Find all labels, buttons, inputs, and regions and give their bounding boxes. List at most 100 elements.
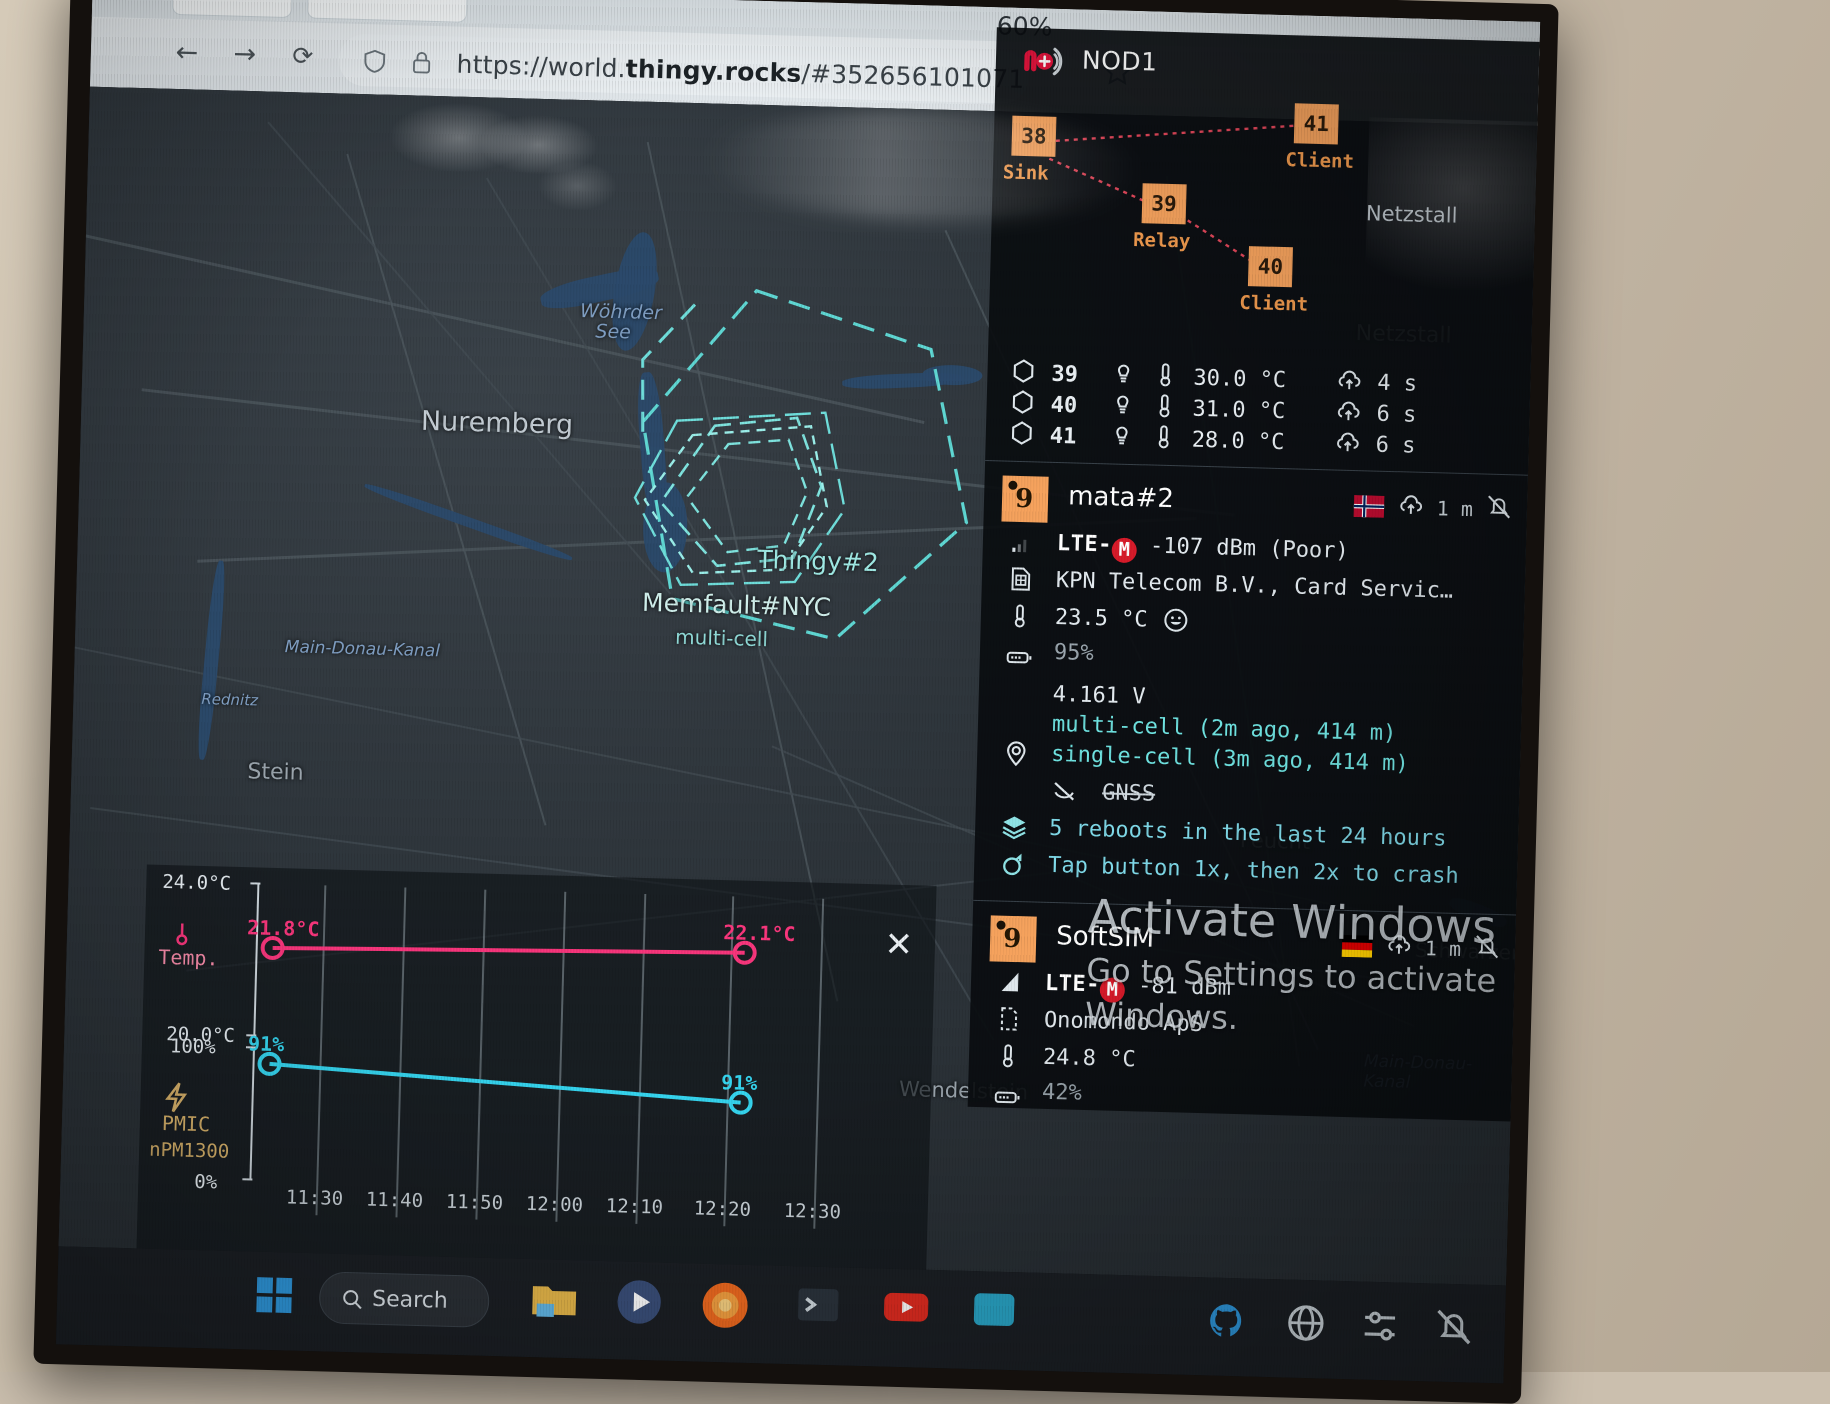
terminal-icon[interactable]	[792, 1280, 843, 1333]
smiley-happy-icon	[1161, 606, 1190, 635]
search-input[interactable]: Search	[319, 1271, 490, 1328]
softsim-icon	[987, 1004, 1030, 1042]
cloud-upload-icon	[1335, 365, 1364, 394]
hexagon-icon	[1009, 356, 1038, 391]
layers-icon	[993, 812, 1036, 850]
chart-x-tick: 12:30	[783, 1200, 841, 1224]
cloud-upload-icon	[1334, 396, 1363, 431]
forward-button[interactable]: →	[224, 34, 265, 75]
app-icon[interactable]	[968, 1285, 1019, 1338]
network-badge: M	[1111, 537, 1137, 563]
chart-y-tick: 0%	[194, 1171, 217, 1194]
battery-icon	[997, 642, 1040, 679]
device-age: 1 m	[1437, 496, 1474, 521]
lightbulb-icon	[1109, 359, 1138, 388]
signal-bars-high-icon	[996, 968, 1025, 997]
device-status: 1 m	[1352, 489, 1513, 526]
back-button[interactable]: ←	[166, 33, 207, 74]
cloud-upload-icon	[1335, 365, 1364, 400]
device-age: 1 m	[1425, 936, 1462, 961]
device-panel[interactable]: NOD1 38Sink41Client39Relay40Client Netzs…	[968, 27, 1540, 1121]
thingy91-device-icon[interactable]: 9	[1001, 476, 1048, 523]
lightbulb-icon	[1108, 390, 1137, 419]
node-id: 41	[1049, 424, 1094, 450]
thermometer-icon	[1150, 391, 1179, 426]
address-bar[interactable]: https://world.thingy.rocks/#352656101071	[338, 33, 1029, 104]
sliders-icon[interactable]	[1358, 1305, 1401, 1346]
chart-series-sublabel: nPM1300	[149, 1139, 230, 1163]
firefox-icon[interactable]	[696, 1278, 754, 1337]
map-label: Main-Donau-Kanal	[285, 637, 441, 661]
mesh-node-list[interactable]: 3930.0 °C4 s4031.0 °C6 s4128.0 °C6 s	[985, 357, 1530, 465]
chart-series-label: PMIC	[162, 1111, 211, 1136]
node-age: 6 s	[1376, 402, 1433, 429]
mesh-node-39[interactable]: 39	[1142, 183, 1187, 224]
mesh-links	[988, 87, 1538, 372]
mesh-network-diagram[interactable]: 38Sink41Client39Relay40Client Netzstall	[988, 87, 1538, 372]
mesh-node-role: Relay	[1133, 229, 1191, 253]
hexagon-icon	[1008, 387, 1037, 416]
node-temperature: 28.0 °C	[1191, 428, 1320, 456]
mesh-node-role: Sink	[1003, 161, 1049, 184]
device-card-list[interactable]: 9 mata#2 1 m LTE-M -107 dBm (Poor) KPN T…	[968, 461, 1528, 1121]
search-placeholder: Search	[372, 1287, 448, 1314]
chart-x-tick: 12:10	[606, 1195, 664, 1219]
cloud-upload-icon	[1385, 930, 1414, 959]
globe-icon[interactable]	[1284, 1301, 1327, 1344]
reload-button[interactable]: ⟳	[282, 36, 323, 77]
chart-x-tick: 12:20	[693, 1197, 751, 1221]
history-chart[interactable]: ✕	[136, 865, 936, 1276]
hexagon-icon	[1008, 418, 1037, 447]
mesh-node-role: Client	[1239, 292, 1308, 316]
device-card[interactable]: 9 mata#2 1 m LTE-M -107 dBm (Poor) KPN T…	[973, 461, 1527, 905]
bell-off-icon[interactable]	[1473, 932, 1502, 966]
map-label: Stein	[247, 759, 304, 786]
url-text: https://world.thingy.rocks/#352656101071	[456, 50, 1025, 94]
chart-x-tick: 12:00	[526, 1193, 584, 1217]
thermometer-icon	[1149, 422, 1178, 457]
map-geofence-label: Thingy#2	[757, 545, 879, 577]
lightbulb-icon[interactable]	[1107, 421, 1136, 456]
cloud-upload-icon	[1396, 490, 1425, 524]
bell-off-icon	[1485, 493, 1514, 522]
mesh-node-38[interactable]: 38	[1011, 116, 1056, 157]
battery-icon	[1004, 643, 1033, 672]
device-name: mata#2	[1068, 481, 1174, 514]
gnss-off-icon	[1050, 777, 1079, 806]
battery-icon	[993, 1082, 1022, 1111]
chart-point-label: 22.1°C	[723, 920, 796, 946]
signal-bars-high-icon	[988, 967, 1031, 1005]
media-player-icon[interactable]	[612, 1275, 665, 1332]
signal-bars-low-icon	[1000, 527, 1043, 565]
signal-strength: -81 dBm	[1138, 973, 1231, 1000]
thingy91-device-icon[interactable]: 9	[990, 915, 1037, 962]
lightbulb-icon[interactable]	[1109, 359, 1138, 394]
sim-card-icon	[1007, 565, 1036, 594]
thermometer-icon	[986, 1041, 1029, 1079]
chart-x-tick: 11:50	[446, 1191, 504, 1215]
shield-icon	[360, 46, 389, 77]
screen: ← → ⟳ https://world.thingy.rocks/#352656…	[56, 0, 1540, 1383]
chart-point-label: 91%	[248, 1031, 285, 1056]
node-id: 39	[1051, 362, 1096, 388]
lightbulb-icon[interactable]	[1108, 390, 1137, 425]
chart-y-tick: 100%	[170, 1035, 216, 1058]
signal-strength: -107 dBm (Poor)	[1150, 534, 1349, 564]
bell-off-icon[interactable]	[1432, 1305, 1475, 1348]
file-explorer-icon[interactable]	[526, 1273, 581, 1330]
gnss-label: GNSS	[1102, 778, 1156, 809]
windows-start-icon[interactable]	[253, 1274, 296, 1321]
map-pin-icon	[995, 738, 1038, 776]
cloud-upload-icon	[1333, 427, 1362, 456]
github-icon[interactable]	[1206, 1299, 1247, 1342]
map-label-netzstall: Netzstall	[1366, 201, 1458, 227]
node-temperature: 30.0 °C	[1193, 366, 1322, 394]
chart-point-label: 91%	[721, 1070, 758, 1095]
mesh-node-41[interactable]: 41	[1294, 103, 1339, 144]
bell-off-icon[interactable]	[1485, 493, 1514, 527]
map-pin-icon	[1002, 739, 1031, 768]
mesh-node-40[interactable]: 40	[1248, 246, 1293, 287]
youtube-icon[interactable]	[878, 1282, 933, 1335]
device-card[interactable]: 9 SoftSIM 1 m LTE-M -81 dBm Onomondo ApS…	[968, 901, 1516, 1122]
cloud-upload-icon	[1334, 396, 1363, 425]
